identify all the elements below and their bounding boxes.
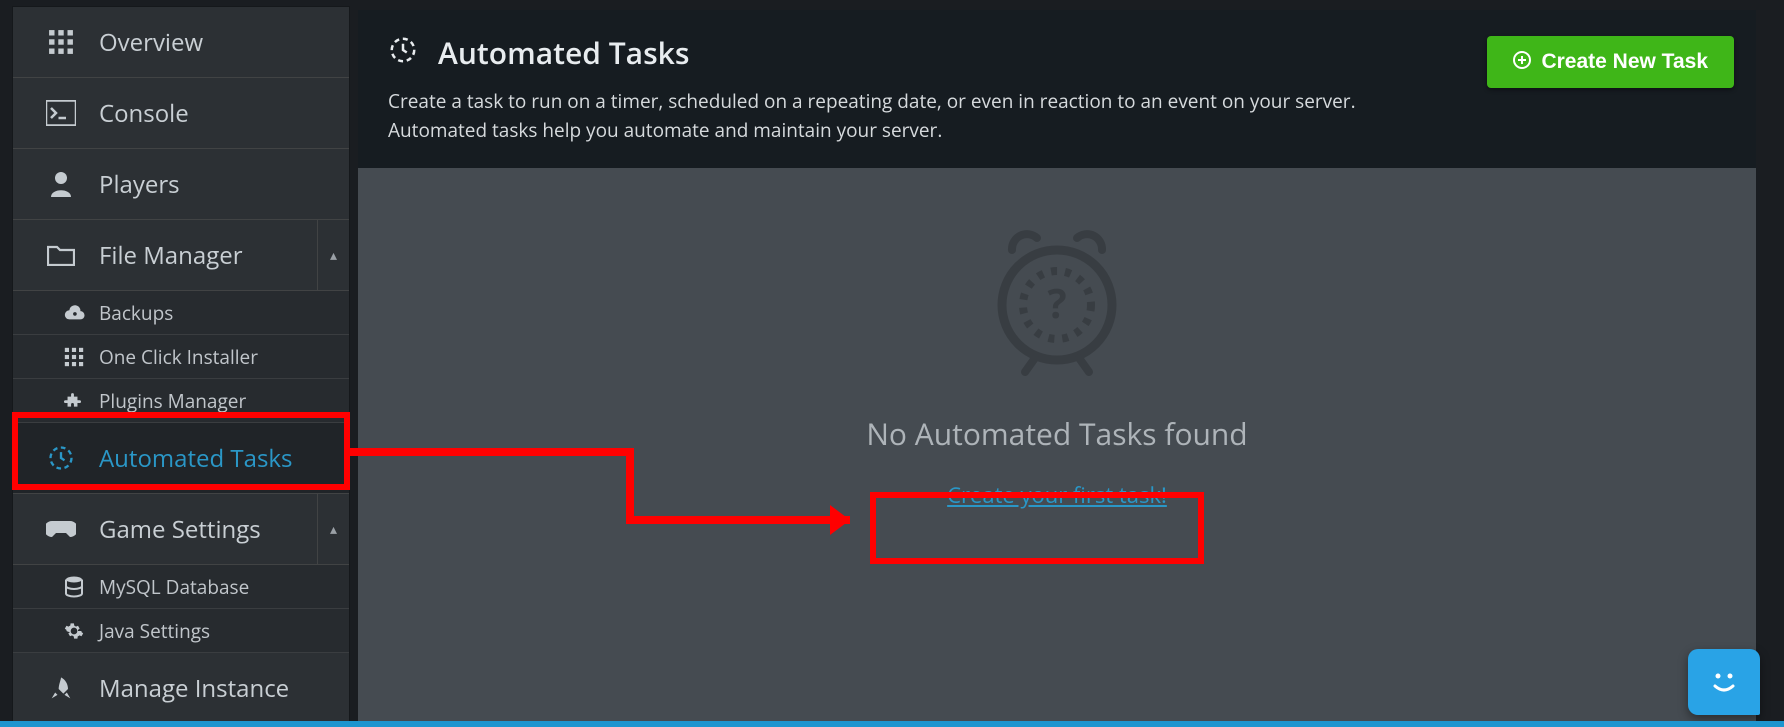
page-description: Create a task to run on a timer, schedul… (388, 87, 1458, 144)
sidebar-sub-label: Plugins Manager (99, 388, 246, 414)
terminal-icon (39, 100, 83, 126)
create-button-label: Create New Task (1541, 50, 1708, 74)
sidebar: Overview Console Players File Manager ▴ … (12, 6, 350, 725)
sidebar-sub-label: Java Settings (99, 618, 210, 644)
create-first-task-link[interactable]: Create your first task! (947, 480, 1167, 510)
sidebar-item-label: Overview (99, 26, 203, 59)
sidebar-sub-mysql[interactable]: MySQL Database (13, 565, 349, 609)
sidebar-item-label: Automated Tasks (99, 442, 292, 475)
sidebar-item-label: Console (99, 97, 189, 130)
alarm-clock-question-icon: ? (987, 220, 1127, 385)
main-panel: Automated Tasks Create a task to run on … (358, 10, 1756, 724)
sidebar-sub-label: MySQL Database (99, 574, 249, 600)
chevron-up-icon[interactable]: ▴ (317, 220, 349, 290)
page-header: Automated Tasks Create a task to run on … (358, 10, 1756, 168)
person-icon (39, 171, 83, 197)
gear-icon (57, 621, 91, 641)
sidebar-sub-backups[interactable]: Backups (13, 291, 349, 335)
sidebar-item-label: File Manager (99, 239, 243, 272)
sidebar-item-label: Players (99, 168, 180, 201)
gamepad-icon (39, 519, 83, 539)
chevron-up-icon[interactable]: ▴ (317, 494, 349, 564)
cloud-icon (57, 305, 91, 321)
sidebar-item-automated-tasks[interactable]: Automated Tasks (13, 423, 349, 494)
rocket-icon (39, 675, 83, 703)
grid-icon (39, 29, 83, 55)
empty-state-panel: ? No Automated Tasks found Create your f… (358, 168, 1756, 724)
automated-tasks-icon (39, 444, 83, 472)
svg-text:?: ? (1047, 275, 1066, 330)
bottom-accent-bar (0, 721, 1784, 727)
sidebar-item-manage-instance[interactable]: Manage Instance (13, 653, 349, 724)
sidebar-sub-java[interactable]: Java Settings (13, 609, 349, 653)
database-icon (57, 576, 91, 598)
sidebar-item-players[interactable]: Players (13, 149, 349, 220)
sidebar-item-game-settings[interactable]: Game Settings ▴ (13, 494, 349, 565)
sidebar-sub-label: One Click Installer (99, 344, 258, 370)
sidebar-sub-plugins[interactable]: Plugins Manager (13, 379, 349, 423)
create-new-task-button[interactable]: Create New Task (1487, 36, 1734, 88)
folder-icon (39, 244, 83, 266)
sidebar-sub-one-click[interactable]: One Click Installer (13, 335, 349, 379)
chat-widget-button[interactable] (1688, 649, 1760, 715)
empty-state-title: No Automated Tasks found (866, 413, 1247, 454)
sidebar-sub-label: Backups (99, 300, 173, 326)
plus-circle-icon (1513, 51, 1531, 74)
sidebar-item-overview[interactable]: Overview (13, 7, 349, 78)
page-title: Automated Tasks (438, 32, 689, 73)
sidebar-item-label: Manage Instance (99, 672, 289, 705)
sidebar-item-label: Game Settings (99, 513, 261, 546)
puzzle-icon (57, 391, 91, 411)
sidebar-item-console[interactable]: Console (13, 78, 349, 149)
automated-tasks-header-icon (388, 35, 418, 70)
grid-small-icon (57, 347, 91, 367)
sidebar-item-file-manager[interactable]: File Manager ▴ (13, 220, 349, 291)
smile-icon (1706, 666, 1742, 698)
